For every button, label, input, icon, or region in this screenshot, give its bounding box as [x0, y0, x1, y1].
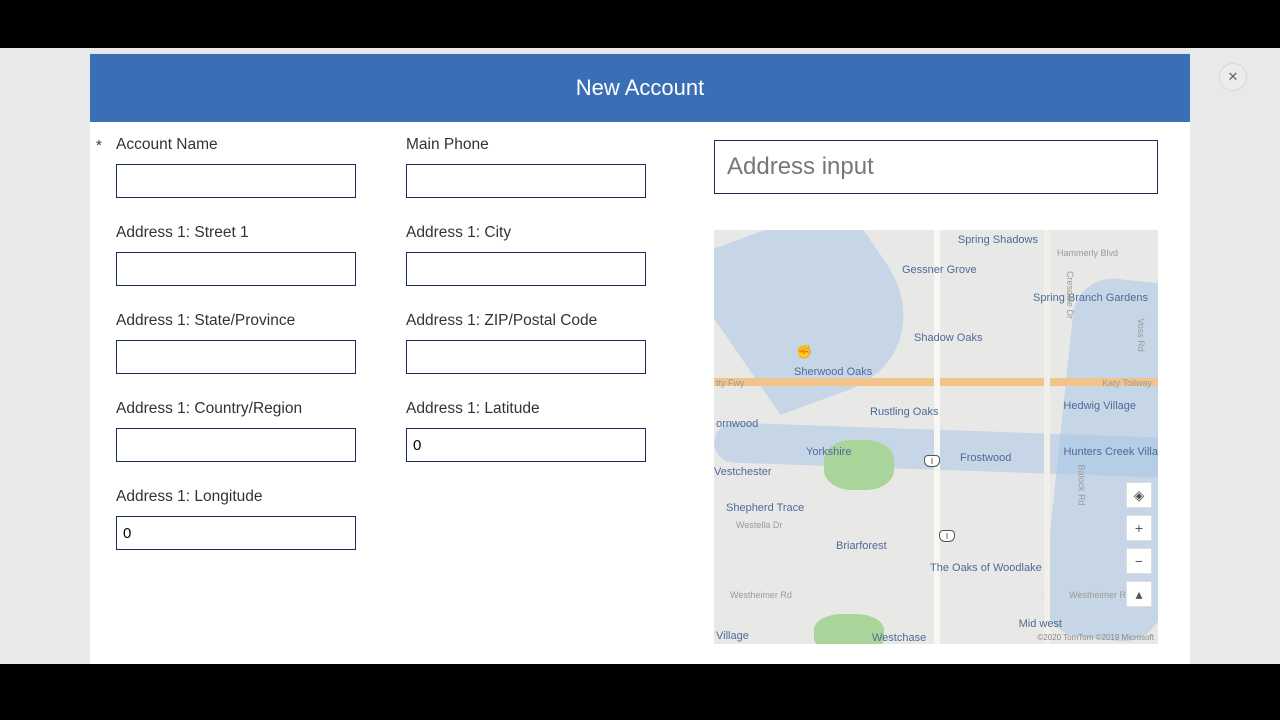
map-place-label: Sherwood Oaks: [794, 366, 872, 378]
map-zoom-out-button[interactable]: −: [1126, 548, 1152, 574]
map-road-label: Cresdale Dr: [1065, 271, 1075, 319]
route-shield-icon: I: [939, 530, 955, 542]
map-attribution: ©2020 TomTom ©2019 Microsoft: [1037, 633, 1154, 642]
map-zoom-in-button[interactable]: +: [1126, 515, 1152, 541]
map-tilt-button[interactable]: ▴: [1126, 581, 1152, 607]
map-place-label: ornwood: [716, 418, 758, 430]
map-road-label: tty Fwy: [716, 378, 745, 388]
map-place-label: Frostwood: [960, 452, 1011, 464]
state-input[interactable]: [116, 340, 356, 374]
account-name-label: Account Name: [116, 136, 218, 154]
zip-label: Address 1: ZIP/Postal Code: [406, 312, 597, 330]
modal-body: * Account Name Main Phone: [90, 122, 1190, 664]
letterbox-top: [0, 0, 1280, 48]
route-shield-icon: I: [924, 455, 940, 467]
longitude-input[interactable]: [116, 516, 356, 550]
address-search-input[interactable]: [714, 140, 1158, 194]
form-area: * Account Name Main Phone: [96, 136, 696, 664]
page-backdrop: New Account ✕ * Account Name: [0, 48, 1280, 664]
main-phone-label: Main Phone: [406, 136, 489, 154]
close-button[interactable]: ✕: [1220, 64, 1246, 90]
map-road-label: Westheimer R: [1069, 590, 1126, 600]
street1-input[interactable]: [116, 252, 356, 286]
map-road-label: Balock Rd: [1076, 464, 1086, 505]
street1-label: Address 1: Street 1: [116, 224, 249, 242]
modal-header: New Account: [90, 54, 1190, 122]
minus-icon: −: [1135, 553, 1143, 569]
map-place-label: Hedwig Village: [1063, 400, 1136, 412]
city-input[interactable]: [406, 252, 646, 286]
map-place-label: Mid west: [1019, 618, 1062, 630]
plus-icon: +: [1135, 520, 1143, 536]
map-place-label: Vestchester: [714, 466, 771, 478]
state-label: Address 1: State/Province: [116, 312, 295, 330]
map-road-label: Westheimer Rd: [730, 590, 792, 600]
map-place-label: Yorkshire: [806, 446, 851, 458]
map-road-label: Westella Dr: [736, 520, 782, 530]
map-canvas[interactable]: I I Spring Shadows Gessner Grove Spring …: [714, 230, 1158, 644]
longitude-label: Address 1: Longitude: [116, 488, 263, 506]
country-input[interactable]: [116, 428, 356, 462]
map-place-label: Spring Branch Gardens: [1033, 292, 1148, 304]
map-place-label: Shadow Oaks: [914, 332, 982, 344]
map-road-label: Katy Tollway: [1102, 378, 1152, 388]
map-place-label: The Oaks of Woodlake: [930, 562, 1042, 574]
city-label: Address 1: City: [406, 224, 511, 242]
close-icon: ✕: [1228, 69, 1239, 85]
map-place-label: Briarforest: [836, 540, 887, 552]
map-place-label: Hunters Creek Villa: [1063, 446, 1158, 458]
latitude-input[interactable]: [406, 428, 646, 462]
triangle-icon: ▴: [1135, 586, 1142, 603]
letterbox-bottom: [0, 664, 1280, 720]
grab-cursor-icon: ✊: [796, 344, 812, 360]
map-place-label: Spring Shadows: [958, 234, 1038, 246]
map-locate-button[interactable]: ◈: [1126, 482, 1152, 508]
account-name-input[interactable]: [116, 164, 356, 198]
map-road-label: Hammerly Blvd: [1057, 248, 1118, 258]
required-indicator: *: [96, 136, 116, 154]
map-place-label: Westchase: [872, 632, 926, 644]
main-phone-input[interactable]: [406, 164, 646, 198]
map-place-label: Rustling Oaks: [870, 406, 938, 418]
zip-input[interactable]: [406, 340, 646, 374]
country-label: Address 1: Country/Region: [116, 400, 302, 418]
map-place-label: Village: [716, 630, 749, 642]
latitude-label: Address 1: Latitude: [406, 400, 540, 418]
new-account-modal: New Account ✕ * Account Name: [90, 54, 1190, 664]
map-place-label: Gessner Grove: [902, 264, 977, 276]
map-panel: I I Spring Shadows Gessner Grove Spring …: [696, 136, 1184, 664]
modal-title: New Account: [576, 75, 704, 101]
map-place-label: Shepherd Trace: [726, 502, 804, 514]
locate-icon: ◈: [1134, 487, 1145, 504]
map-background: I I Spring Shadows Gessner Grove Spring …: [714, 230, 1158, 644]
map-road-label: Voss Rd: [1136, 318, 1146, 352]
